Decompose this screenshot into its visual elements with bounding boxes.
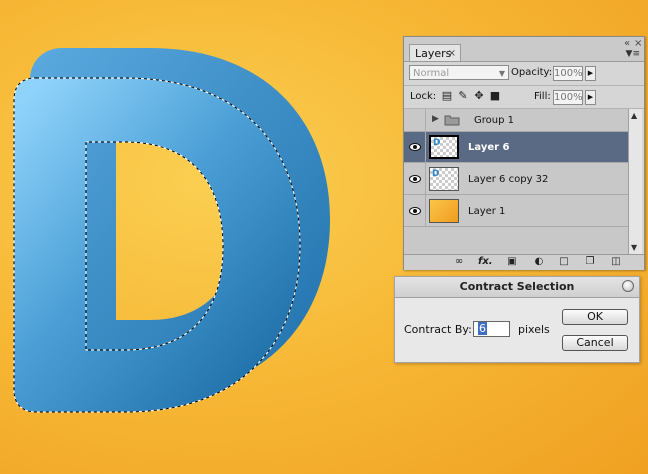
opacity-slider-button[interactable]: ▶ bbox=[585, 66, 596, 81]
tab-close-icon[interactable]: × bbox=[448, 45, 456, 62]
eye-icon bbox=[409, 174, 421, 183]
lock-label: Lock: bbox=[410, 91, 437, 102]
lock-image-icon[interactable]: ✎ bbox=[457, 90, 469, 102]
thumbnail-d-icon: D bbox=[432, 169, 440, 179]
visibility-toggle[interactable] bbox=[404, 163, 426, 194]
trash-icon[interactable]: ◫ bbox=[609, 256, 623, 268]
visibility-toggle[interactable] bbox=[404, 195, 426, 226]
layer-row-group-1[interactable]: ▶ Group 1 bbox=[404, 109, 628, 132]
link-icon[interactable]: ∞ bbox=[452, 256, 466, 268]
layer-thumbnail bbox=[429, 199, 459, 223]
adjustment-icon[interactable]: ◐ bbox=[532, 256, 546, 268]
layers-panel-tabbar: « × Layers × ▼≡ bbox=[404, 37, 644, 62]
panel-menu-icon[interactable]: ▼≡ bbox=[626, 49, 640, 59]
layer-row-layer-6-copy-32[interactable]: D Layer 6 copy 32 bbox=[404, 163, 628, 195]
new-layer-icon[interactable]: ❐ bbox=[583, 256, 597, 268]
ok-button[interactable]: OK bbox=[562, 309, 628, 325]
thumbnail-d-icon: D bbox=[433, 138, 441, 148]
tab-layers[interactable]: Layers × bbox=[409, 44, 461, 61]
contract-selection-dialog: Contract Selection Contract By: 6 pixels… bbox=[394, 276, 640, 363]
scroll-down-icon[interactable]: ▼ bbox=[631, 243, 637, 252]
layer-name: Group 1 bbox=[474, 115, 514, 126]
chevron-down-icon: ▼ bbox=[498, 69, 505, 78]
fill-slider-button[interactable]: ▶ bbox=[585, 90, 596, 105]
blend-mode-select[interactable]: Normal ▼ bbox=[409, 65, 509, 80]
contract-by-label: Contract By: bbox=[404, 323, 472, 336]
lock-position-icon[interactable]: ✥ bbox=[473, 90, 485, 102]
folder-icon[interactable]: □ bbox=[557, 256, 571, 268]
collapse-panel-button[interactable]: « bbox=[624, 38, 630, 49]
visibility-toggle-empty[interactable] bbox=[404, 109, 426, 131]
dialog-close-button[interactable] bbox=[622, 280, 634, 292]
lock-fill-row: Lock: ▤ ✎ ✥ ■ Fill: 100% ▶ bbox=[404, 86, 644, 109]
contract-by-input[interactable]: 6 bbox=[473, 321, 510, 337]
layer-row-layer-6[interactable]: D Layer 6 bbox=[404, 132, 628, 163]
tab-layers-label: Layers bbox=[415, 47, 452, 60]
layer-list-scrollbar[interactable]: ▲ ▼ bbox=[628, 109, 642, 254]
mask-icon[interactable]: ▣ bbox=[505, 256, 519, 268]
layers-bottom-toolbar: ∞ fx. ▣ ◐ □ ❐ ◫ bbox=[404, 254, 644, 270]
layer-thumbnail: D bbox=[429, 135, 459, 159]
cancel-button[interactable]: Cancel bbox=[562, 335, 628, 351]
close-panel-button[interactable]: × bbox=[634, 38, 642, 49]
eye-icon bbox=[409, 206, 421, 215]
layer-name: Layer 6 bbox=[468, 142, 510, 153]
fill-field[interactable]: 100% bbox=[553, 90, 583, 105]
eye-icon bbox=[409, 143, 421, 151]
visibility-toggle[interactable] bbox=[404, 132, 426, 162]
contract-by-value: 6 bbox=[478, 322, 487, 335]
lock-all-icon[interactable]: ■ bbox=[489, 90, 501, 102]
letter-d-front bbox=[14, 78, 300, 412]
opacity-label: Opacity: bbox=[511, 67, 553, 78]
fx-icon[interactable]: fx. bbox=[478, 256, 493, 268]
blend-opacity-row: Normal ▼ Opacity: 100% ▶ bbox=[404, 62, 644, 86]
dialog-title: Contract Selection bbox=[395, 277, 639, 298]
layer-name: Layer 6 copy 32 bbox=[468, 174, 549, 185]
scroll-up-icon[interactable]: ▲ bbox=[631, 111, 637, 120]
expand-triangle-icon[interactable]: ▶ bbox=[432, 114, 439, 124]
fill-label: Fill: bbox=[534, 91, 551, 102]
opacity-field[interactable]: 100% bbox=[553, 66, 583, 81]
layer-row-layer-1[interactable]: Layer 1 bbox=[404, 195, 628, 227]
layer-list: ▶ Group 1 D Layer 6 D Layer 6 copy 32 La… bbox=[404, 109, 628, 254]
pixels-unit-label: pixels bbox=[518, 323, 550, 336]
layer-thumbnail: D bbox=[429, 167, 459, 191]
layers-panel: « × Layers × ▼≡ Normal ▼ Opacity: 100% ▶… bbox=[403, 36, 645, 270]
lock-transparent-icon[interactable]: ▤ bbox=[441, 90, 453, 102]
folder-icon bbox=[444, 115, 460, 126]
layer-name: Layer 1 bbox=[468, 206, 506, 217]
blend-mode-value: Normal bbox=[413, 68, 450, 79]
